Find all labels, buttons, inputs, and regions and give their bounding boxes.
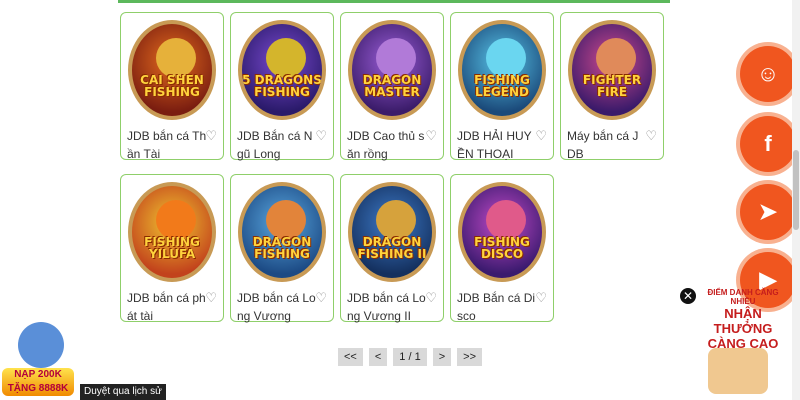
telegram-button[interactable]: ➤ <box>740 184 796 240</box>
character-image <box>376 38 416 78</box>
game-thumbnail[interactable]: DRAGON FISHING <box>238 182 326 282</box>
favorite-heart-icon[interactable]: ♡ <box>645 127 657 145</box>
game-thumbnail[interactable]: FISHING DISCO <box>458 182 546 282</box>
game-card[interactable]: FISHING YILUFA JDB bắn cá phát tài ♡ <box>120 174 224 325</box>
game-thumbnail[interactable]: DRAGON FISHING II <box>348 182 436 282</box>
game-thumbnail[interactable]: FISHING LEGEND <box>458 20 546 120</box>
facebook-icon: f <box>764 131 772 156</box>
scrollbar-thumb[interactable] <box>793 150 799 230</box>
character-image <box>266 200 306 240</box>
game-logo-text: 5 DRAGONS FISHING <box>242 73 322 99</box>
favorite-heart-icon[interactable]: ♡ <box>535 289 547 307</box>
character-image <box>376 200 416 240</box>
game-title[interactable]: Máy bắn cá JDB <box>567 127 647 163</box>
game-title[interactable]: JDB bắn cá Thần Tài <box>127 127 207 163</box>
page-indicator: 1 / 1 <box>393 348 427 366</box>
game-card[interactable]: DRAGON FISHING II JDB bắn cá Long Vương … <box>340 174 444 325</box>
first-page-button[interactable]: << <box>338 348 363 366</box>
facebook-button[interactable]: f <box>740 116 796 172</box>
headset-icon: ☺ <box>756 61 780 86</box>
last-page-button[interactable]: >> <box>457 348 482 366</box>
game-card[interactable]: CAI SHEN FISHING JDB bắn cá Thần Tài ♡ <box>120 12 224 163</box>
pagination: << < 1 / 1 > >> <box>338 348 482 366</box>
game-title[interactable]: JDB bắn cá Long Vương <box>237 289 317 325</box>
promo-left-badge[interactable]: NẠP 200K TẶNG 8888K <box>0 318 82 400</box>
game-card[interactable]: FISHING DISCO JDB Bắn cá Disco ♡ <box>450 174 554 325</box>
game-thumbnail[interactable]: FIGHTER FIRE <box>568 20 656 120</box>
character-image <box>596 38 636 78</box>
promo-right-text: ĐIỂM DANH CĂNG NHIỀU NHẬN THƯỞNG CÀNG CA… <box>707 288 779 351</box>
game-logo-text: FISHING DISCO <box>474 235 530 261</box>
favorite-heart-icon[interactable]: ♡ <box>205 127 217 145</box>
calendar-image <box>708 348 768 394</box>
game-logo-text: FIGHTER FIRE <box>582 73 642 99</box>
favorite-heart-icon[interactable]: ♡ <box>425 127 437 145</box>
game-card[interactable]: FISHING LEGEND JDB HẢI HUYỀN THOẠI ♡ <box>450 12 554 163</box>
game-title[interactable]: JDB bắn cá phát tài <box>127 289 207 325</box>
favorite-heart-icon[interactable]: ♡ <box>535 127 547 145</box>
favorite-heart-icon[interactable]: ♡ <box>315 127 327 145</box>
history-link[interactable]: Duyệt qua lịch sử <box>80 384 166 400</box>
favorite-heart-icon[interactable]: ♡ <box>205 289 217 307</box>
favorite-heart-icon[interactable]: ♡ <box>315 289 327 307</box>
game-logo-text: DRAGON FISHING II <box>357 235 427 261</box>
game-thumbnail[interactable]: CAI SHEN FISHING <box>128 20 216 120</box>
game-thumbnail[interactable]: DRAGON MASTER <box>348 20 436 120</box>
game-logo-text: DRAGON FISHING <box>252 235 312 261</box>
game-thumbnail[interactable]: FISHING YILUFA <box>128 182 216 282</box>
prev-page-button[interactable]: < <box>368 348 388 366</box>
telegram-icon: ➤ <box>758 199 778 224</box>
character-image <box>156 200 196 240</box>
character-image <box>486 38 526 78</box>
game-logo-text: DRAGON MASTER <box>362 73 422 99</box>
game-title[interactable]: JDB bắn cá Long Vương II <box>347 289 427 325</box>
promo-right-banner[interactable]: ✕ ĐIỂM DANH CĂNG NHIỀU NHẬN THƯỞNG CÀNG … <box>680 286 790 400</box>
game-title[interactable]: JDB HẢI HUYỀN THOẠI <box>457 127 537 163</box>
support-chat-button[interactable]: ☺ <box>740 46 796 102</box>
top-divider <box>118 0 670 3</box>
favorite-heart-icon[interactable]: ♡ <box>425 289 437 307</box>
promo-left-text: NẠP 200K TẶNG 8888K <box>2 368 74 396</box>
game-card[interactable]: DRAGON MASTER JDB Cao thủ săn rồng ♡ <box>340 12 444 163</box>
game-card[interactable]: 5 DRAGONS FISHING JDB Bắn cá Ngũ Long ♡ <box>230 12 334 163</box>
mascot-image <box>18 322 64 368</box>
game-logo-text: CAI SHEN FISHING <box>140 73 204 99</box>
next-page-button[interactable]: > <box>432 348 452 366</box>
game-logo-text: FISHING YILUFA <box>144 235 200 261</box>
game-card[interactable]: FIGHTER FIRE Máy bắn cá JDB ♡ <box>560 12 664 163</box>
close-icon[interactable]: ✕ <box>680 288 696 304</box>
game-thumbnail[interactable]: 5 DRAGONS FISHING <box>238 20 326 120</box>
game-title[interactable]: JDB Bắn cá Ngũ Long <box>237 127 317 163</box>
character-image <box>266 38 306 78</box>
game-logo-text: FISHING LEGEND <box>474 73 530 99</box>
game-title[interactable]: JDB Cao thủ săn rồng <box>347 127 427 163</box>
character-image <box>156 38 196 78</box>
character-image <box>486 200 526 240</box>
game-card[interactable]: DRAGON FISHING JDB bắn cá Long Vương ♡ <box>230 174 334 325</box>
game-title[interactable]: JDB Bắn cá Disco <box>457 289 537 325</box>
scrollbar[interactable] <box>792 0 800 400</box>
